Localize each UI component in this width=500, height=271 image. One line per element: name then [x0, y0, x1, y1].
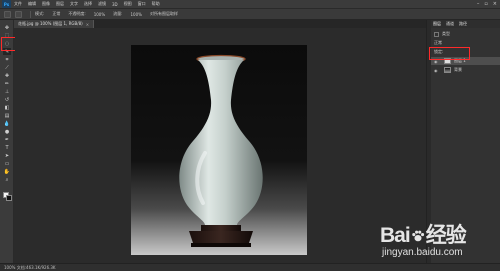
shape-icon[interactable]: ▭ [3, 160, 11, 167]
tab-layers[interactable]: 图层 [433, 21, 441, 27]
maximize-icon[interactable]: ▫ [484, 1, 487, 7]
clone-stamp-icon[interactable]: ⊥ [3, 88, 11, 95]
menu-item-help[interactable]: 帮助 [152, 1, 160, 7]
options-bar: 模式: 正常 不透明度: 100% 流量: 100% 对所有图层取样 [0, 9, 500, 20]
filter-icon[interactable] [434, 31, 439, 37]
hand-icon[interactable]: ✋ [3, 168, 11, 175]
blend-mode-select[interactable]: 正常 [434, 40, 442, 46]
watermark-logo: Bai 经验 [380, 219, 467, 249]
flow-input[interactable]: 100% [131, 12, 142, 17]
layer-row-background[interactable]: ◉ 背景 [431, 66, 500, 74]
flow-label: 流量: [113, 11, 123, 16]
menu-item-view[interactable]: 视图 [124, 1, 132, 7]
menu-item-layer[interactable]: 图层 [56, 1, 64, 7]
blend-mode-row: 正常 [431, 39, 500, 47]
tool-preset-icon[interactable] [4, 10, 11, 18]
layer-filter-label[interactable]: 类型 [442, 31, 450, 37]
brush-preset-icon[interactable] [15, 10, 22, 18]
document-tab-title: 花瓶.jpg @ 100% (图层 1, RGB/8) [18, 21, 83, 26]
path-select-icon[interactable]: ➤ [3, 152, 11, 159]
canvas-workspace[interactable] [15, 28, 426, 263]
document-tab[interactable]: 花瓶.jpg @ 100% (图层 1, RGB/8) × [14, 20, 95, 28]
gradient-icon[interactable]: ▤ [3, 112, 11, 119]
menu-item-3d[interactable]: 3D [112, 2, 118, 7]
layer-highlight-box [429, 47, 470, 60]
menu-item-image[interactable]: 图像 [42, 1, 50, 7]
tools-panel: ✥ ⬚ ◌ ✎ ⌗ ⟋ ✚ ✏ ⊥ ↺ ◧ ▤ 💧 ● ✒ T ➤ ▭ ✋ ⌕ [0, 20, 14, 263]
menu-item-filter[interactable]: 滤镜 [98, 1, 106, 7]
dodge-icon[interactable]: ● [3, 128, 11, 135]
menu-item-window[interactable]: 窗口 [138, 1, 146, 7]
tab-channels[interactable]: 通道 [446, 21, 454, 27]
watermark-brand-left: Bai [380, 224, 411, 247]
menu-item-select[interactable]: 选择 [84, 1, 92, 7]
eyedropper-icon[interactable]: ⟋ [3, 64, 11, 71]
close-tab-icon[interactable]: × [86, 22, 89, 27]
status-text: 100% 文档:463.1K/926.3K [4, 264, 56, 270]
baidu-watermark: Bai 经验 jingyan.baidu.com [380, 219, 498, 263]
watermark-url: jingyan.baidu.com [382, 247, 463, 258]
status-bar: 100% 文档:463.1K/926.3K [0, 263, 500, 271]
document-tab-strip: 花瓶.jpg @ 100% (图层 1, RGB/8) × [14, 20, 426, 28]
window-controls: – ▫ × [477, 1, 497, 7]
vase-photo[interactable] [131, 45, 307, 255]
mode-select[interactable]: 正常 [52, 11, 60, 17]
panel-tabs: 图层 通道 路径 [431, 20, 500, 28]
close-icon[interactable]: × [493, 1, 497, 7]
healing-brush-icon[interactable]: ✚ [3, 72, 11, 79]
watermark-brand-right: 经验 [425, 224, 467, 247]
menu-item-type[interactable]: 文字 [70, 1, 78, 7]
brush-icon[interactable]: ✏ [3, 80, 11, 87]
zoom-icon[interactable]: ⌕ [3, 176, 11, 183]
crop-icon[interactable]: ⌗ [3, 56, 11, 63]
history-brush-icon[interactable]: ↺ [3, 96, 11, 103]
blur-icon[interactable]: 💧 [3, 120, 11, 127]
pen-icon[interactable]: ✒ [3, 136, 11, 143]
layer-filter-row: 类型 [431, 30, 500, 38]
sample-all-layers-checkbox[interactable]: 对所有图层取样 [150, 11, 178, 17]
tab-paths[interactable]: 路径 [459, 21, 467, 27]
menu-item-file[interactable]: 文件 [14, 1, 22, 7]
menu-item-edit[interactable]: 编辑 [28, 1, 36, 7]
opacity-input[interactable]: 100% [94, 12, 105, 17]
paw-icon [411, 231, 424, 242]
menu-bar: Ps 文件 编辑 图像 图层 文字 选择 滤镜 3D 视图 窗口 帮助 – ▫ … [0, 0, 500, 9]
minimize-icon[interactable]: – [477, 1, 480, 7]
mode-label: 模式: [35, 11, 45, 16]
eraser-icon[interactable]: ◧ [3, 104, 11, 111]
type-icon[interactable]: T [3, 144, 11, 151]
layer-thumbnail [444, 67, 451, 73]
vase-illustration [179, 54, 263, 247]
divider [30, 10, 31, 18]
move-icon[interactable]: ✥ [3, 24, 11, 31]
layer-name[interactable]: 背景 [454, 67, 462, 73]
app-logo: Ps [2, 0, 11, 8]
background-color-swatch[interactable] [6, 195, 12, 201]
opacity-label: 不透明度: [68, 11, 86, 16]
eye-icon[interactable]: ◉ [434, 68, 439, 73]
